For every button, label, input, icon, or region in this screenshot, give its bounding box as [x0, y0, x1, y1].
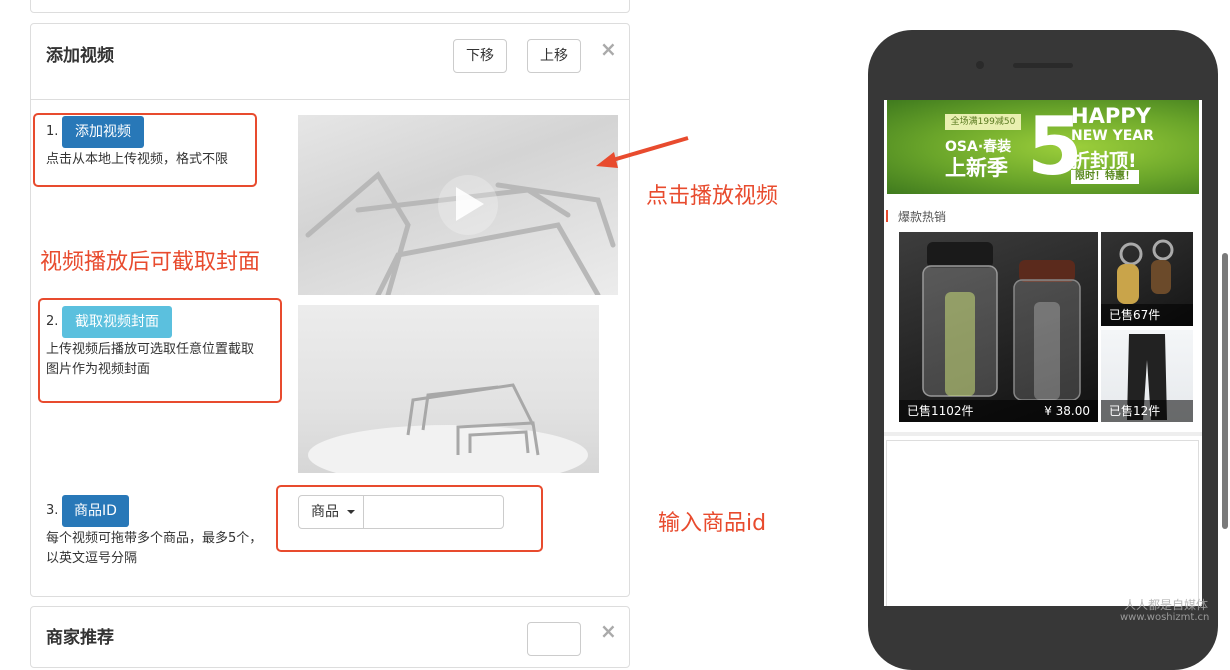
product-keychain-image — [1117, 239, 1174, 304]
banner-small-top: 全场满199减50 — [945, 114, 1021, 130]
step-3-description-line1: 每个视频可拖带多个商品，最多5个， — [46, 531, 263, 546]
phone-speaker — [1013, 63, 1073, 68]
product-caption-3: 已售12件 — [1101, 400, 1193, 422]
section-title: 爆款热销 — [898, 210, 947, 224]
merchant-close-icon[interactable]: × — [600, 619, 617, 643]
product-sold-1: 已售1102件 — [907, 404, 974, 418]
watermark-line1: 人人都是自媒体 — [1124, 598, 1209, 612]
product-card-small-1[interactable]: 已售67件 — [1101, 232, 1193, 326]
step-1-highlight — [33, 113, 257, 187]
merchant-recommend-panel: 商家推荐 × — [30, 606, 630, 668]
cover-preview — [298, 305, 599, 473]
product-card-large[interactable]: 已售1102件 ¥ 38.00 — [899, 232, 1098, 422]
product-thermos-image — [922, 242, 1081, 401]
banner-headline: 上新季 — [945, 156, 1008, 180]
banner-happy: HAPPY — [1071, 104, 1151, 128]
empty-content-box — [886, 440, 1199, 606]
banner-new-year: NEW YEAR — [1071, 128, 1154, 144]
move-down-button[interactable]: 下移 — [453, 39, 507, 73]
video-preview[interactable] — [298, 115, 618, 295]
cover-frame-image — [308, 383, 588, 473]
phone-section-divider — [884, 432, 1202, 436]
close-icon[interactable]: × — [600, 37, 617, 61]
promo-banner[interactable]: 全场满199减50 OSA·春装 上新季 5 HAPPY NEW YEAR 折封… — [887, 100, 1199, 194]
product-caption-1: 已售1102件 ¥ 38.00 — [899, 400, 1098, 422]
annotation-play-video: 点击播放视频 — [646, 184, 779, 209]
product-caption-2: 已售67件 — [1101, 304, 1193, 326]
product-sold-3: 已售12件 — [1109, 404, 1161, 418]
section-marker — [886, 210, 888, 222]
phone-camera — [976, 61, 984, 69]
play-icon[interactable] — [454, 187, 484, 221]
watermark-line2: www.woshizmt.cn — [1120, 612, 1210, 623]
annotation-capture-cover: 视频播放后可截取封面 — [40, 250, 261, 275]
move-up-button[interactable]: 上移 — [527, 39, 581, 73]
annotation-input-id: 输入商品id — [658, 511, 767, 536]
step-2-highlight — [38, 298, 282, 403]
step-3-number: 3. — [46, 503, 59, 518]
product-card-small-2[interactable]: 已售12件 — [1101, 330, 1193, 422]
product-input-highlight — [276, 485, 543, 552]
step-3-description-line2: 以英文逗号分隔 — [46, 551, 138, 566]
page-scrollbar[interactable] — [1222, 253, 1228, 529]
product-sold-2: 已售67件 — [1109, 308, 1161, 322]
phone-screen: 全场满199减50 OSA·春装 上新季 5 HAPPY NEW YEAR 折封… — [884, 100, 1202, 606]
merchant-panel-title: 商家推荐 — [46, 628, 114, 648]
merchant-panel-button[interactable] — [527, 622, 581, 656]
product-id-button[interactable]: 商品ID — [62, 495, 129, 527]
previous-panel — [30, 0, 630, 13]
banner-limited: 限时！特惠！ — [1071, 170, 1139, 184]
panel-divider — [31, 99, 629, 100]
panel-title: 添加视频 — [46, 46, 114, 66]
annotation-arrow-icon — [596, 136, 689, 168]
banner-discount: 折封顶! — [1071, 150, 1137, 172]
product-price-1: ¥ 38.00 — [1044, 404, 1090, 418]
